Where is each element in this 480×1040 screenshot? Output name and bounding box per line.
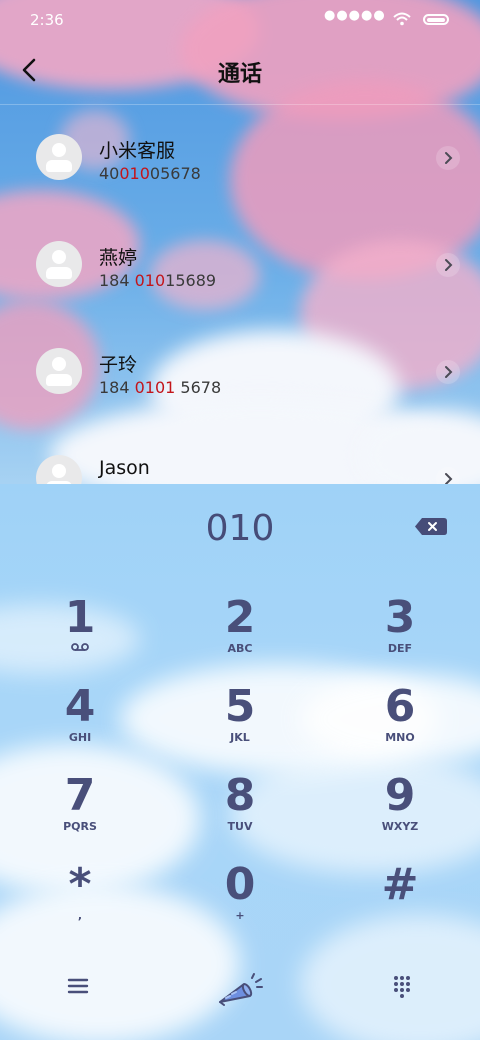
wifi-icon: [393, 12, 411, 26]
battery-icon: [423, 14, 449, 25]
key-digit: 7: [64, 770, 96, 821]
keypad-icon[interactable]: [390, 974, 414, 998]
number-match: 010: [119, 164, 150, 183]
key-digit: 3: [384, 592, 416, 643]
key-letters: DEF: [387, 642, 413, 655]
key-2[interactable]: 2 ABC: [185, 596, 295, 670]
key-letters: MNO: [385, 731, 415, 744]
avatar: [36, 134, 82, 180]
key-letters: WXYZ: [381, 820, 419, 833]
signal-icon: ●●●●●: [324, 8, 386, 23]
contact-number: 184 0101 5678: [99, 378, 222, 397]
key-digit: 5: [224, 681, 256, 732]
key-digit: #: [381, 859, 419, 910]
key-0[interactable]: 0 +: [185, 863, 295, 937]
status-time: 2:36: [30, 11, 64, 29]
key-digit: *: [68, 859, 92, 910]
key-1[interactable]: 1: [25, 596, 135, 670]
contact-name: 小米客服: [99, 140, 176, 162]
avatar: [36, 348, 82, 394]
contact-list: 小米客服 4001005678 燕婷 184 01015689 子玲 184 0…: [0, 106, 480, 484]
voicemail-icon: [71, 643, 89, 651]
contact-name: 燕婷: [99, 247, 138, 269]
dialer-panel: 010 1 2 ABC 3 DEF 4 GHI 5 JKL 6 MNO 7 PQ…: [0, 484, 480, 1040]
key-8[interactable]: 8 TUV: [185, 774, 295, 848]
contact-row[interactable]: Jason: [0, 427, 480, 484]
chevron-right-icon[interactable]: [436, 146, 460, 170]
contact-name: 子玲: [99, 354, 138, 376]
backspace-icon[interactable]: [414, 517, 448, 536]
chevron-right-icon[interactable]: [436, 467, 460, 484]
header: 通话: [0, 40, 480, 105]
key-letters: ,: [77, 909, 83, 922]
key-digit: 0: [224, 859, 256, 910]
key-star[interactable]: * ,: [25, 863, 135, 937]
chevron-right-icon[interactable]: [436, 360, 460, 384]
key-digit: 4: [64, 681, 96, 732]
dial-input[interactable]: 010: [0, 508, 480, 549]
key-digit: 9: [384, 770, 416, 821]
key-3[interactable]: 3 DEF: [345, 596, 455, 670]
key-5[interactable]: 5 JKL: [185, 685, 295, 759]
contact-number: 184 01015689: [99, 271, 217, 290]
call-megaphone-icon[interactable]: [214, 968, 266, 1008]
key-letters: TUV: [227, 820, 253, 833]
key-letters: GHI: [68, 731, 92, 744]
contact-row[interactable]: 子玲 184 0101 5678: [0, 320, 480, 427]
key-digit: 6: [384, 681, 416, 732]
key-letters: +: [235, 909, 245, 922]
key-digit: 1: [64, 592, 96, 643]
avatar: [36, 455, 82, 484]
number-match: 0101: [134, 378, 176, 397]
contact-name: Jason: [99, 457, 150, 479]
avatar: [36, 241, 82, 287]
key-letters: JKL: [230, 731, 250, 744]
key-hash[interactable]: #: [345, 863, 455, 937]
contact-row[interactable]: 小米客服 4001005678: [0, 106, 480, 213]
key-digit: 2: [224, 592, 256, 643]
key-letters: ABC: [227, 642, 253, 655]
contact-row[interactable]: 燕婷 184 01015689: [0, 213, 480, 320]
chevron-right-icon[interactable]: [436, 253, 460, 277]
key-9[interactable]: 9 WXYZ: [345, 774, 455, 848]
number-match: 010: [134, 271, 166, 290]
key-4[interactable]: 4 GHI: [25, 685, 135, 759]
key-digit: 8: [224, 770, 256, 821]
status-bar: 2:36 ●●●●●: [0, 0, 480, 40]
key-7[interactable]: 7 PQRS: [25, 774, 135, 848]
contact-number: 4001005678: [99, 164, 201, 183]
menu-icon[interactable]: [66, 974, 90, 998]
page-title: 通话: [217, 62, 262, 87]
key-letters: PQRS: [63, 820, 97, 833]
key-6[interactable]: 6 MNO: [345, 685, 455, 759]
